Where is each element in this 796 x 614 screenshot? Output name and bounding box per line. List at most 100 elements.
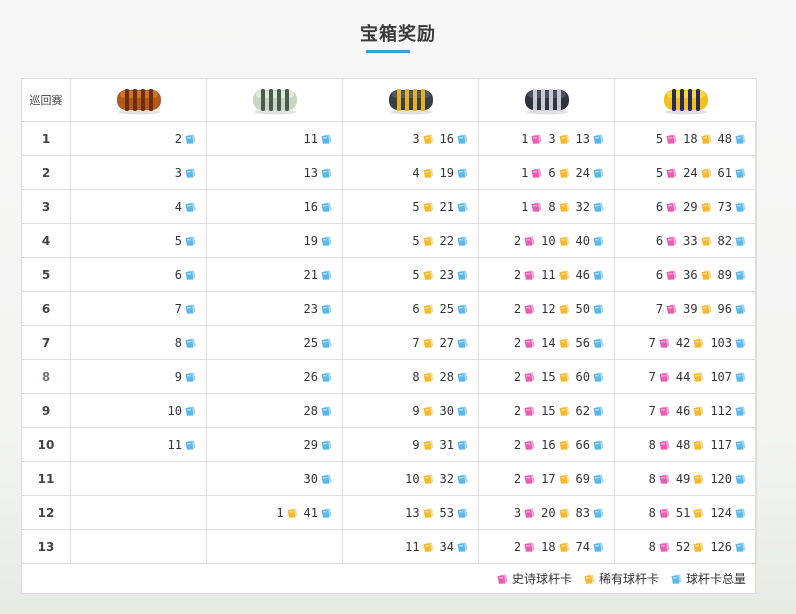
- card-count-value: 11: [303, 131, 318, 146]
- total-card-icon: [321, 338, 332, 348]
- card-count-value: 117: [710, 437, 732, 452]
- rare-card-icon: [423, 372, 434, 382]
- table-row: 10 11 29 9 31 2 16 66 8 48 117: [21, 427, 757, 462]
- card-count-value: 29: [303, 437, 318, 452]
- card-count-value: 8: [174, 335, 182, 350]
- rare-card-icon: [559, 134, 570, 144]
- card-count-value: 15: [541, 369, 556, 384]
- reward-cell: 3 20 83: [478, 495, 615, 530]
- total-card-icon: [457, 440, 468, 450]
- round-number: 11: [21, 461, 71, 496]
- rare-card-count: 29: [683, 199, 712, 214]
- reward-cell: 8 28: [342, 359, 479, 394]
- rare-card-count: 5: [412, 233, 434, 248]
- total-card-icon: [593, 440, 604, 450]
- rare-card-count: 11: [405, 539, 434, 554]
- card-count-value: 46: [575, 267, 590, 282]
- table-row: 9 10 28 9 30 2 15 62 7 46 112: [21, 393, 757, 428]
- card-count-value: 4: [174, 199, 182, 214]
- epic-card-icon: [524, 542, 535, 552]
- epic-card-count: 1: [521, 199, 542, 214]
- card-count-value: 5: [412, 267, 420, 282]
- legend-item-total: 球杆卡总量: [671, 570, 746, 587]
- reward-cell: 4 19: [342, 155, 479, 190]
- rare-card-count: 17: [541, 471, 570, 486]
- reward-cell: 8 48 117: [614, 427, 757, 462]
- card-count-value: 44: [675, 369, 691, 384]
- rare-card-count: 11: [541, 267, 570, 282]
- total-card-icon: [457, 270, 468, 280]
- epic-card-count: 2: [514, 539, 535, 554]
- card-count-value: 2: [174, 131, 182, 146]
- total-card-icon: [321, 270, 332, 280]
- reward-cell: 2 14 56: [478, 325, 615, 360]
- rare-card-icon: [559, 372, 570, 382]
- card-count-value: 3: [548, 131, 556, 146]
- card-count-value: 6: [548, 165, 556, 180]
- reward-cell: 4: [70, 189, 207, 224]
- rare-card-icon: [559, 202, 570, 212]
- epic-card-count: 7: [649, 403, 670, 418]
- total-card-icon: [457, 542, 468, 552]
- rare-card-icon: [701, 168, 712, 178]
- epic-card-icon: [659, 508, 670, 518]
- rare-card-icon: [701, 304, 712, 314]
- total-card-icon: [735, 202, 746, 212]
- rare-card-count: 33: [683, 233, 712, 248]
- card-count-value: 21: [439, 199, 454, 214]
- epic-card-icon: [666, 304, 677, 314]
- card-count-value: 24: [575, 165, 590, 180]
- rare-card-count: 10: [405, 471, 434, 486]
- card-count-value: 120: [710, 471, 732, 486]
- epic-card-icon: [531, 202, 542, 212]
- legend-item-rare: 稀有球杆卡: [584, 570, 659, 587]
- round-number: 9: [21, 393, 71, 428]
- reward-cell: 7 39 96: [614, 291, 757, 326]
- table-header-row: 巡回赛: [21, 78, 757, 122]
- reward-cell: 8 49 120: [614, 461, 757, 496]
- card-count-value: 28: [303, 403, 318, 418]
- card-count-value: 21: [303, 267, 318, 282]
- total-card-count: 126: [710, 539, 746, 554]
- round-number: 7: [21, 325, 71, 360]
- total-card-icon: [593, 338, 604, 348]
- total-card-count: 5: [175, 233, 196, 248]
- reward-cell: 9: [70, 359, 207, 394]
- total-card-count: 9: [175, 369, 196, 384]
- total-card-count: 13: [576, 131, 604, 146]
- epic-card-count: 5: [656, 165, 677, 180]
- rare-card-count: 39: [683, 301, 712, 316]
- card-count-value: 33: [683, 233, 698, 248]
- card-count-value: 2: [513, 335, 522, 350]
- reward-cell: 16: [206, 189, 343, 224]
- epic-card-count: 5: [656, 131, 677, 146]
- total-card-count: 24: [576, 165, 604, 180]
- card-count-value: 11: [405, 539, 420, 554]
- card-count-value: 8: [548, 199, 556, 214]
- total-card-count: 89: [718, 267, 746, 282]
- card-count-value: 34: [439, 539, 454, 554]
- round-number: 12: [21, 495, 71, 530]
- round-number: 4: [21, 223, 71, 258]
- round-number: 5: [21, 257, 71, 292]
- epic-card-icon: [531, 134, 542, 144]
- total-card-icon: [735, 542, 746, 552]
- epic-card-count: 2: [514, 403, 535, 418]
- total-card-icon: [457, 508, 468, 518]
- total-card-count: 2: [175, 131, 196, 146]
- total-card-count: 48: [718, 131, 746, 146]
- rare-card-count: 18: [683, 131, 712, 146]
- card-count-value: 107: [710, 369, 732, 384]
- rare-card-icon: [423, 236, 434, 246]
- card-count-value: 32: [439, 471, 454, 486]
- total-card-icon: [593, 474, 604, 484]
- epic-card-icon: [659, 372, 670, 382]
- table-row: 3 4 16 5 21 1 8 32 6 29 73: [21, 189, 757, 224]
- total-card-count: 11: [304, 131, 332, 146]
- card-count-value: 10: [167, 403, 182, 418]
- reward-cell: 5 18 48: [614, 121, 757, 156]
- total-card-count: 96: [718, 301, 746, 316]
- epic-card-count: 2: [514, 335, 535, 350]
- card-count-value: 8: [648, 471, 656, 486]
- epic-card-icon: [524, 440, 535, 450]
